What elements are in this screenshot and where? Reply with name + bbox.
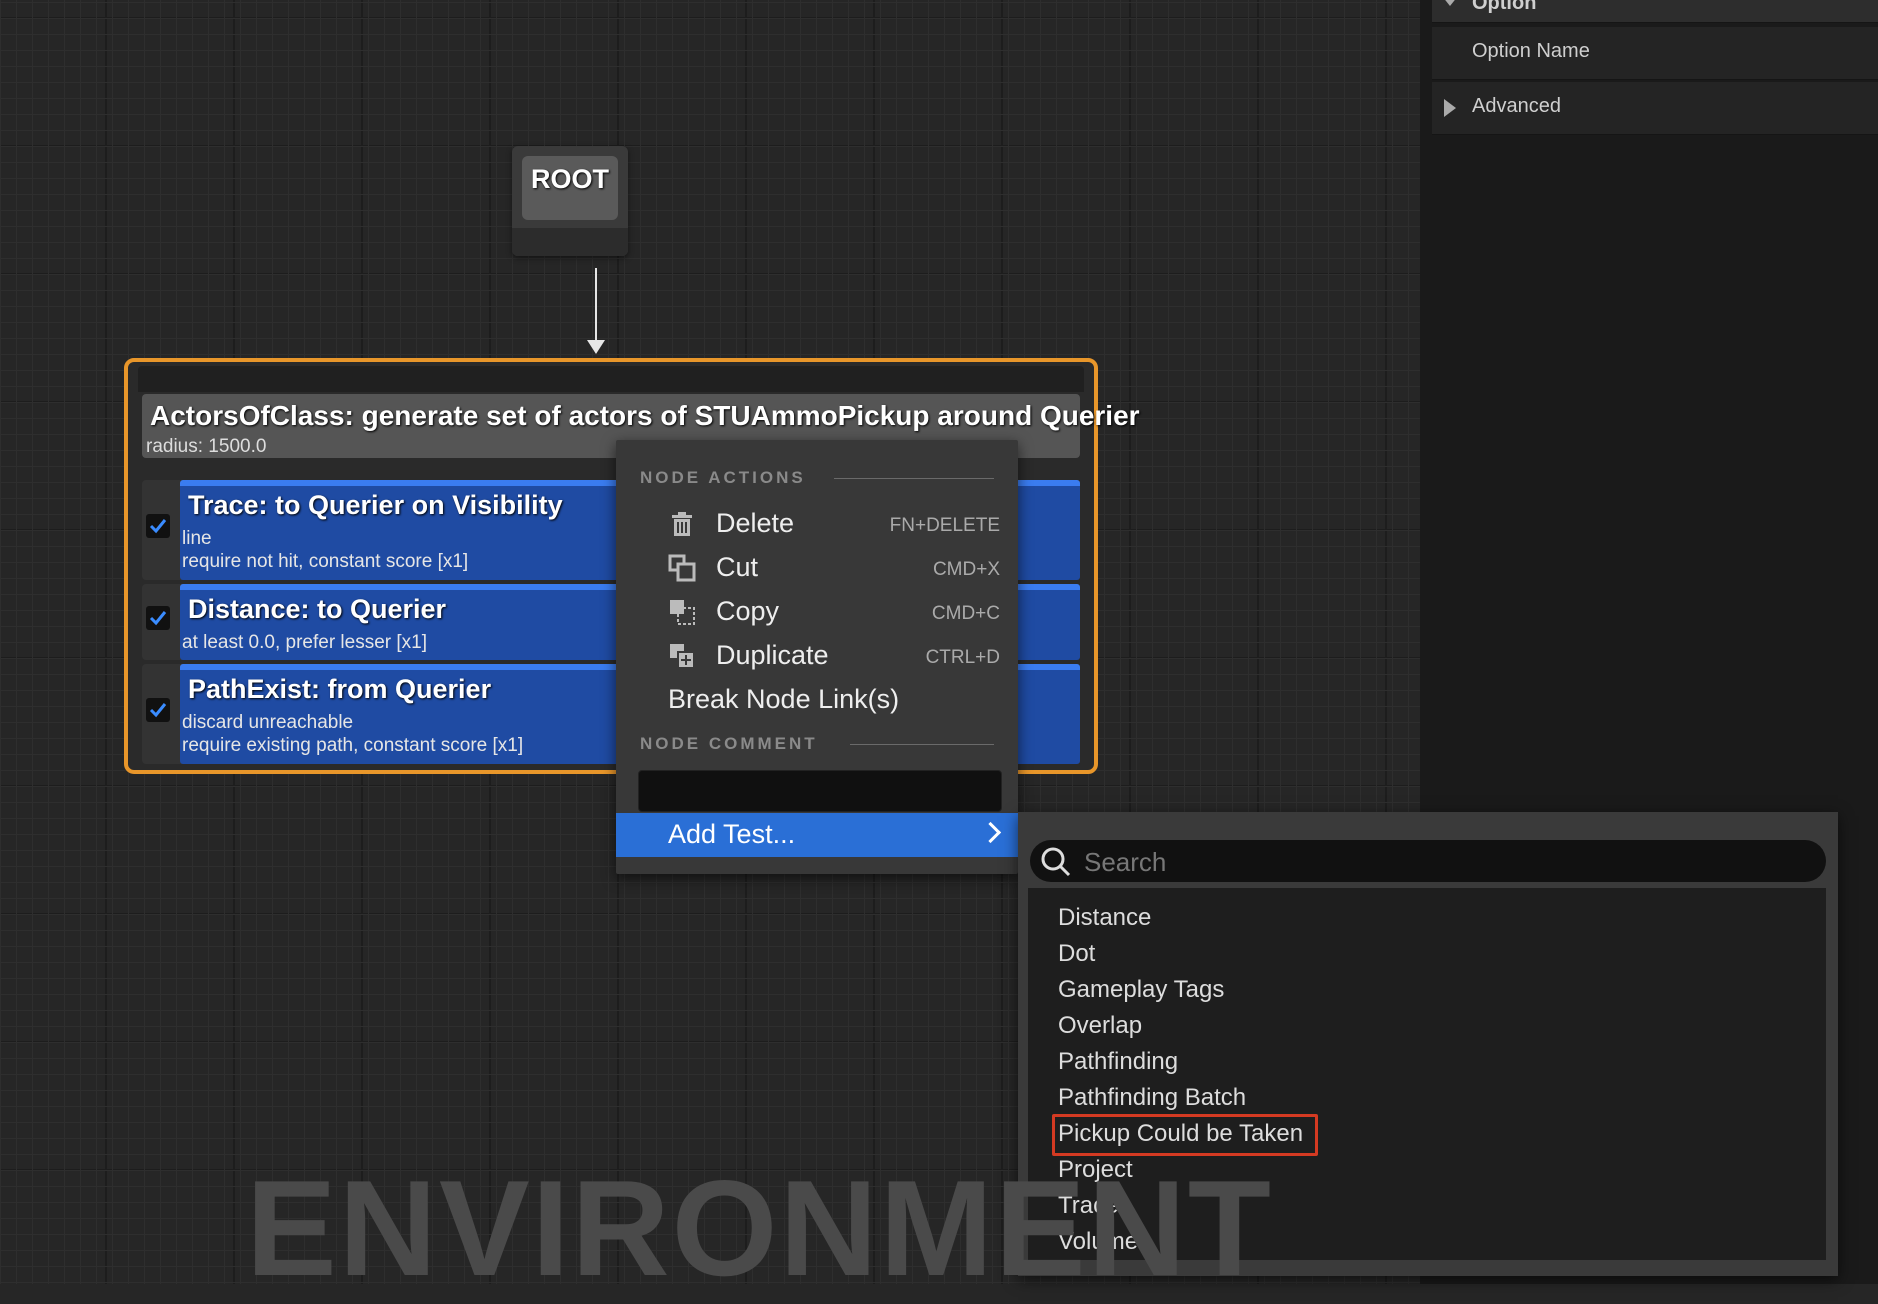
- duplicate-icon: [670, 644, 695, 669]
- option-name-row[interactable]: Option Name: [1432, 27, 1878, 80]
- test-title: Trace: to Querier on Visibility: [188, 490, 563, 520]
- menu-item-add-test[interactable]: Add Test...: [616, 813, 1018, 857]
- test-detail: line: [182, 528, 212, 549]
- root-node[interactable]: ROOT: [512, 146, 628, 256]
- cut-icon: [668, 554, 696, 582]
- test-detail: require existing path, constant score [x…: [182, 735, 524, 756]
- menu-item-label: Delete: [716, 508, 795, 538]
- check-icon: [149, 519, 167, 534]
- check-icon: [149, 703, 167, 718]
- generator-subtitle: radius: 1500.0: [146, 436, 267, 457]
- menu-item-label: Copy: [716, 596, 780, 626]
- node-comment-input[interactable]: [638, 770, 1002, 812]
- context-menu: NODE ACTIONS Delete FN+DELETE Cut CMD+X …: [616, 440, 1018, 874]
- check-icon: [149, 611, 167, 626]
- advanced-row[interactable]: Advanced: [1432, 82, 1878, 135]
- test-detail: at least 0.0, prefer lesser [x1]: [182, 632, 428, 653]
- search-input[interactable]: [1082, 844, 1806, 880]
- root-label: ROOT: [522, 156, 618, 220]
- wire-arrow-icon: [587, 340, 605, 354]
- list-item[interactable]: Overlap: [1058, 1012, 1142, 1040]
- menu-item-shortcut: CTRL+D: [925, 647, 1000, 668]
- menu-item-label: Add Test...: [668, 819, 796, 849]
- trash-icon: [672, 512, 692, 536]
- option-header-label: Option: [1472, 0, 1537, 14]
- collapse-caret-icon: [1442, 0, 1458, 6]
- menu-item-label: Duplicate: [716, 640, 829, 670]
- section-node-comment: NODE COMMENT: [640, 734, 818, 753]
- list-item[interactable]: Pathfinding Batch: [1058, 1084, 1246, 1112]
- test-checkbox[interactable]: [146, 514, 170, 538]
- root-output-pin[interactable]: [512, 228, 628, 256]
- menu-item-shortcut: FN+DELETE: [889, 515, 1000, 536]
- menu-item-duplicate[interactable]: Duplicate CTRL+D: [616, 634, 1018, 678]
- test-title: Distance: to Querier: [188, 594, 447, 624]
- menu-item-break-links[interactable]: Break Node Link(s): [616, 678, 1018, 722]
- expand-caret-icon[interactable]: [1444, 99, 1456, 117]
- generator-title: ActorsOfClass: generate set of actors of…: [150, 400, 1140, 431]
- copy-icon: [670, 600, 695, 625]
- test-checkbox[interactable]: [146, 698, 170, 722]
- option-name-label: Option Name: [1472, 40, 1590, 62]
- section-node-actions: NODE ACTIONS: [640, 468, 806, 487]
- test-title: PathExist: from Querier: [188, 674, 492, 704]
- highlight-annotation: [1052, 1114, 1318, 1156]
- list-item[interactable]: Dot: [1058, 940, 1095, 968]
- test-checkbox[interactable]: [146, 606, 170, 630]
- test-detail: discard unreachable: [182, 712, 354, 733]
- search-box[interactable]: [1030, 840, 1826, 882]
- menu-item-delete[interactable]: Delete FN+DELETE: [616, 502, 1018, 546]
- connection-wire: [595, 268, 597, 346]
- test-detail: require not hit, constant score [x1]: [182, 551, 469, 572]
- list-item[interactable]: Distance: [1058, 904, 1151, 932]
- list-item[interactable]: Pathfinding: [1058, 1048, 1178, 1076]
- menu-item-shortcut: CMD+X: [932, 559, 1000, 580]
- menu-item-label: Break Node Link(s): [668, 684, 900, 714]
- menu-item-shortcut: CMD+C: [931, 603, 1000, 624]
- search-icon: [1041, 847, 1071, 877]
- section-divider: [834, 478, 994, 479]
- menu-item-cut[interactable]: Cut CMD+X: [616, 546, 1018, 590]
- menu-item-label: Cut: [716, 552, 759, 582]
- environment-watermark: ENVIRONMENT: [246, 1152, 1273, 1304]
- list-item[interactable]: Gameplay Tags: [1058, 976, 1224, 1004]
- menu-item-copy[interactable]: Copy CMD+C: [616, 590, 1018, 634]
- option-category-header[interactable]: Option: [1432, 0, 1878, 23]
- node-input-pin[interactable]: [138, 366, 1084, 392]
- section-divider: [850, 744, 994, 745]
- advanced-label: Advanced: [1472, 95, 1561, 117]
- chevron-right-icon: [979, 821, 1002, 844]
